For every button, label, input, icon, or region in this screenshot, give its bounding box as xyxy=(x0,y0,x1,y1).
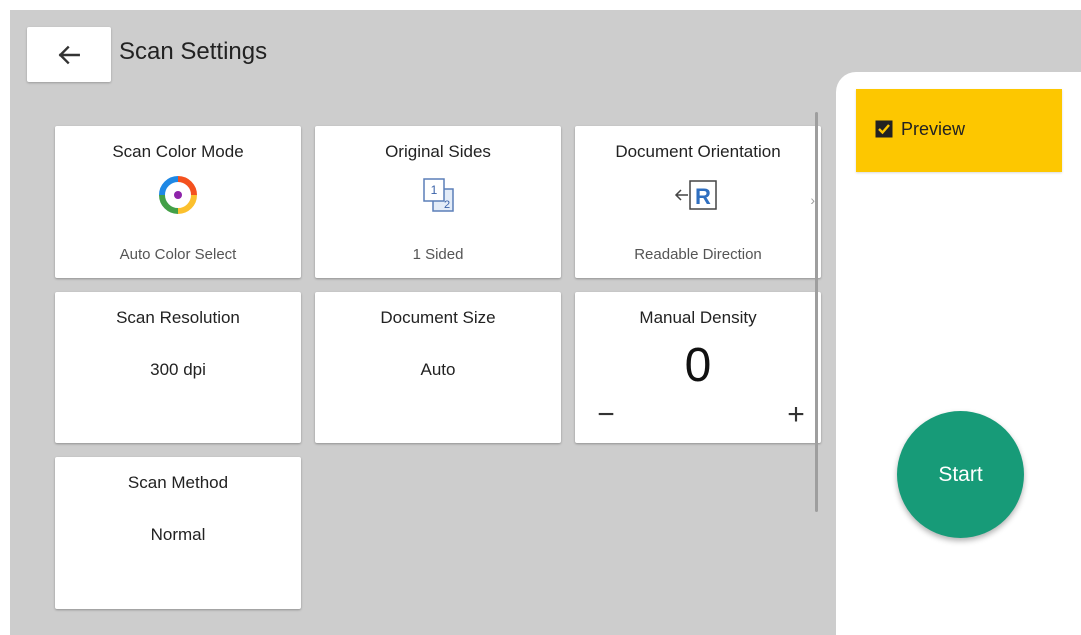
tile-value: Normal xyxy=(150,525,206,544)
document-size-tile[interactable]: Document Size Auto xyxy=(315,292,561,443)
preview-label: Preview xyxy=(901,119,966,139)
scrollbar[interactable] xyxy=(815,112,818,512)
original-sides-tile[interactable]: Original Sides 1 2 1 Sided xyxy=(315,126,561,278)
tile-title: Document Orientation xyxy=(615,142,781,161)
arrow-left-icon xyxy=(58,45,80,64)
tile-title: Scan Method xyxy=(127,473,229,492)
side-one-label: 1 xyxy=(431,183,438,197)
scan-resolution-tile[interactable]: Scan Resolution 300 dpi xyxy=(55,292,301,443)
checkbox-checked-icon xyxy=(875,120,893,138)
document-orientation-tile[interactable]: Document Orientation R › Readable Direct… xyxy=(575,126,821,278)
start-button[interactable]: Start xyxy=(897,411,1024,538)
scan-color-mode-tile[interactable]: Scan Color Mode Auto Color Select xyxy=(55,126,301,278)
side-two-label: 2 xyxy=(444,199,450,211)
one-sided-icon: 1 2 xyxy=(315,174,561,216)
tile-value: Readable Direction xyxy=(634,246,762,263)
back-button[interactable] xyxy=(27,27,111,82)
color-swirl-icon xyxy=(55,174,301,216)
scan-method-tile[interactable]: Scan Method Normal xyxy=(55,457,301,609)
tile-title: Manual Density xyxy=(639,308,757,327)
preview-toggle[interactable]: Preview xyxy=(856,89,1062,172)
manual-density-tile: Manual Density 0 − + xyxy=(575,292,821,443)
density-value: 0 xyxy=(684,339,712,392)
density-decrease-button[interactable]: − xyxy=(589,400,623,430)
tile-value: 1 Sided xyxy=(412,246,464,263)
orientation-letter: R xyxy=(695,184,711,209)
tile-title: Scan Resolution xyxy=(116,308,240,327)
tile-title: Scan Color Mode xyxy=(112,142,244,161)
tile-value: 300 dpi xyxy=(150,360,206,379)
tile-value: Auto xyxy=(420,360,456,379)
tile-title: Original Sides xyxy=(385,142,491,161)
tile-value: Auto Color Select xyxy=(119,246,237,263)
density-increase-button[interactable]: + xyxy=(779,400,813,430)
tile-title: Document Size xyxy=(380,308,496,327)
side-panel: Preview Start xyxy=(836,72,1081,635)
page-title: Scan Settings xyxy=(119,38,268,65)
readable-direction-icon: R xyxy=(575,174,821,216)
